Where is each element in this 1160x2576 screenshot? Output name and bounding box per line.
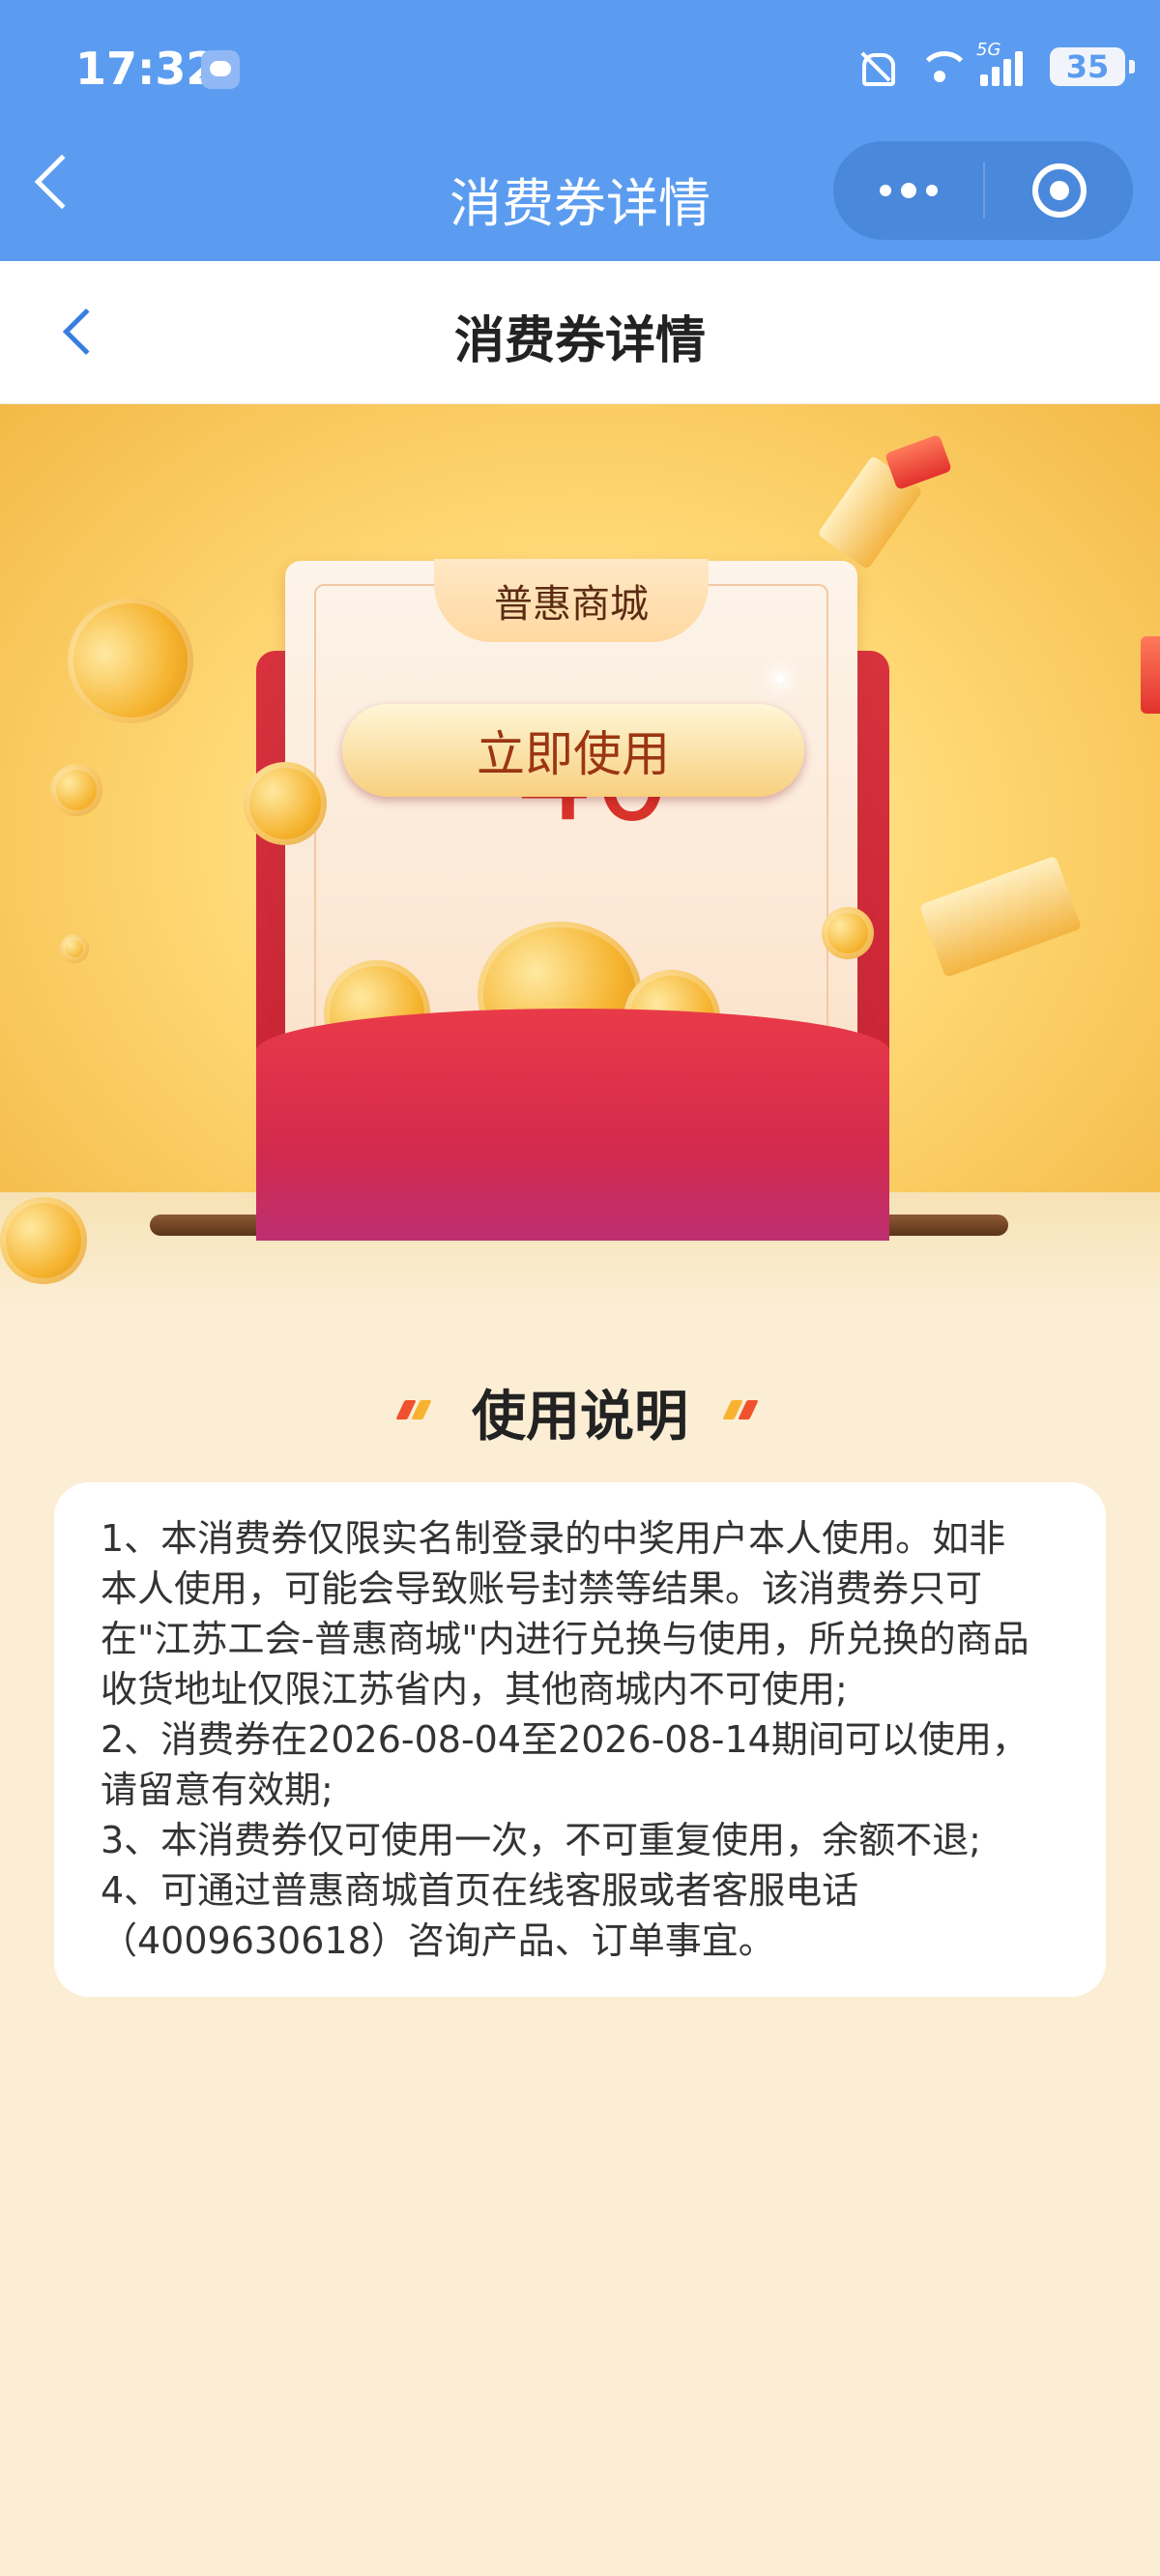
close-button[interactable]: [985, 141, 1133, 240]
sparkle-icon: [776, 675, 784, 683]
use-now-button[interactable]: 立即使用: [342, 704, 804, 797]
instructions-box: 1、本消费券仅限实名制登录的中奖用户本人使用。如非 本人使用，可能会导致账号封禁…: [54, 1482, 1106, 1997]
coin-icon: [244, 762, 327, 845]
more-icon: [879, 185, 891, 196]
ticket-icon: [1141, 636, 1160, 714]
instruction-line: 4、可通过普惠商城首页在线客服或者客服电话: [101, 1869, 859, 1912]
ticket-icon: [884, 433, 953, 491]
wifi-icon: [916, 47, 971, 86]
mute-icon: [853, 47, 899, 86]
instruction-line: 3、本消费券仅可使用一次，不可重复使用，余额不退;: [101, 1819, 981, 1861]
coin-icon: [50, 764, 102, 816]
more-button[interactable]: [833, 141, 983, 240]
instruction-line: 2、消费券在2026-08-04至2026-08-14期间可以使用，: [101, 1718, 1029, 1761]
instruction-line: 本人使用，可能会导致账号封禁等结果。该消费券只可: [101, 1567, 983, 1610]
network-label: 5G: [976, 40, 1001, 60]
title-deco-right-icon: [722, 1400, 760, 1420]
instruction-line: （4009630618）咨询产品、订单事宜。: [101, 1919, 775, 1962]
instruction-line: 收货地址仅限江苏省内，其他商城内不可使用;: [101, 1668, 848, 1711]
page-title: 消费券详情: [453, 312, 706, 370]
capsule-menu: [833, 141, 1133, 240]
instructions-title: 使用说明: [472, 1386, 688, 1449]
message-icon: [201, 50, 240, 89]
close-target-icon: [1031, 163, 1087, 218]
ticket-icon: [918, 855, 1083, 979]
coupon-banner: 普惠商城 ¥40: [0, 404, 1160, 1308]
coin-icon: [822, 907, 874, 959]
coin-icon: [0, 1197, 87, 1284]
page-header: 消费券详情: [0, 261, 1160, 404]
instruction-line: 请留意有效期;: [101, 1769, 334, 1811]
coin-icon: [60, 934, 89, 963]
red-envelope-front: [256, 1009, 889, 1241]
coin-icon: [44, 574, 217, 746]
status-time: 17:32: [75, 43, 218, 95]
signal-icon: 5G: [976, 40, 1032, 86]
coupon-store-label: 普惠商城: [434, 559, 709, 642]
status-icons: 5G 35: [853, 40, 1135, 91]
top-bar: 17:32 5G 35 消费券详情: [0, 0, 1160, 261]
battery-icon: 35: [1050, 47, 1135, 86]
instruction-line: 1、本消费券仅限实名制登录的中奖用户本人使用。如非: [101, 1517, 1006, 1560]
instruction-line: 在"江苏工会-普惠商城"内进行兑换与使用，所兑换的商品: [101, 1618, 1030, 1660]
